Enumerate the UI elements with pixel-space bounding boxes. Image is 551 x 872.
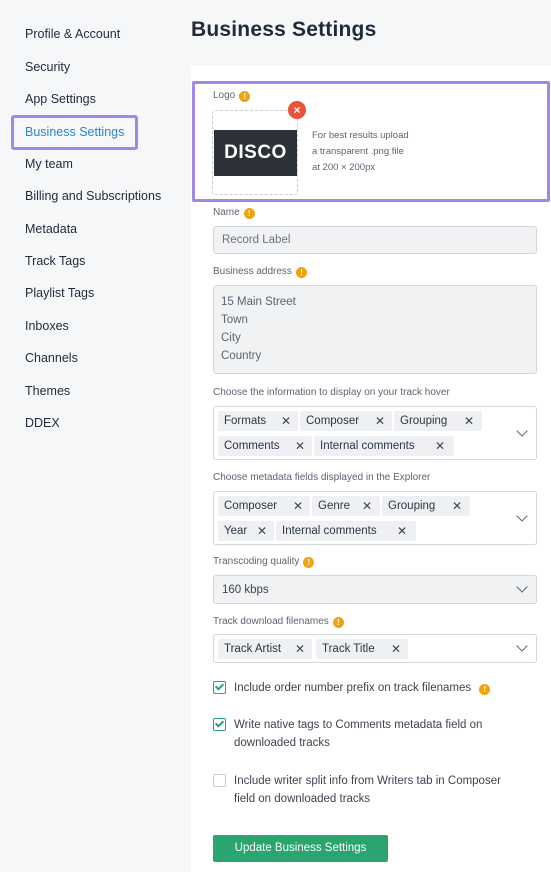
check-icon (214, 681, 225, 691)
transcoding-value: 160 kbps (222, 584, 269, 596)
update-business-settings-button[interactable]: Update Business Settings (213, 835, 388, 862)
order-prefix-checkbox[interactable] (213, 681, 226, 694)
address-line-4: Country (221, 350, 262, 362)
transcoding-quality-select[interactable]: 160 kbps (213, 575, 537, 604)
tag-comments: Comments ✕ (218, 436, 312, 456)
sidebar-item-profile-account[interactable]: Profile & Account (25, 27, 120, 41)
writer-split-label-line-1: Include writer split info from Writers t… (234, 775, 501, 787)
tag-track-artist: Track Artist ✕ (218, 639, 312, 659)
name-field[interactable]: Record Label (213, 226, 537, 254)
chevron-down-icon[interactable] (516, 581, 528, 593)
info-icon: ! (332, 617, 344, 628)
sidebar-item-billing[interactable]: Billing and Subscriptions (25, 189, 161, 203)
sidebar-item-ddex[interactable]: DDEX (25, 416, 60, 430)
tag-remove-icon[interactable]: ✕ (435, 436, 445, 456)
info-icon: ! (303, 557, 315, 568)
tag-composer: Composer ✕ (300, 411, 392, 431)
tag-remove-icon[interactable]: ✕ (295, 639, 305, 659)
tag-formats: Formats ✕ (218, 411, 298, 431)
order-prefix-label: Include order number prefix on track fil… (234, 679, 491, 697)
tag-remove-icon[interactable]: ✕ (257, 521, 267, 541)
tag-track-title: Track Title ✕ (316, 639, 408, 659)
explorer-fields-select[interactable]: Composer ✕ Genre ✕ Grouping ✕ Year ✕ Interna… (213, 491, 537, 545)
track-hover-select[interactable]: Formats ✕ Composer ✕ Grouping ✕ Comments ✕ I… (213, 406, 537, 460)
explorer-fields-label: Choose metadata fields displayed in the … (213, 472, 431, 483)
tag-remove-icon[interactable]: ✕ (397, 521, 407, 541)
info-icon: ! (243, 208, 255, 219)
sidebar-item-track-tags[interactable]: Track Tags (25, 254, 85, 268)
native-tags-label-line-1: Write native tags to Comments metadata f… (234, 719, 483, 731)
sidebar-item-my-team[interactable]: My team (25, 157, 73, 171)
tag-remove-icon[interactable]: ✕ (375, 411, 385, 431)
tag-remove-icon[interactable]: ✕ (295, 436, 305, 456)
address-field[interactable]: 15 Main Street Town City Country (213, 285, 537, 374)
sidebar-item-channels[interactable]: Channels (25, 351, 78, 365)
transcoding-label: Transcoding quality! (213, 556, 315, 568)
address-line-1: 15 Main Street (221, 296, 296, 308)
chevron-down-icon[interactable] (516, 510, 528, 522)
info-icon: ! (479, 684, 491, 695)
chevron-down-icon[interactable] (516, 425, 528, 437)
track-hover-label: Choose the information to display on you… (213, 387, 450, 398)
name-label: Name! (213, 207, 255, 219)
tag-composer: Composer ✕ (218, 496, 310, 516)
sidebar-item-themes[interactable]: Themes (25, 384, 70, 398)
tag-remove-icon[interactable]: ✕ (362, 496, 372, 516)
download-filenames-select[interactable]: Track Artist ✕ Track Title ✕ (213, 634, 537, 663)
tag-grouping: Grouping ✕ (382, 496, 470, 516)
native-tags-label-line-2: downloaded tracks (234, 737, 330, 749)
tag-internal-comments: Internal comments ✕ (276, 521, 416, 541)
address-line-3: City (221, 332, 241, 344)
sidebar-item-inboxes[interactable]: Inboxes (25, 319, 69, 333)
writer-split-checkbox[interactable] (213, 774, 226, 787)
sidebar-item-app-settings[interactable]: App Settings (25, 92, 96, 106)
tag-remove-icon[interactable]: ✕ (391, 639, 401, 659)
sidebar-item-business-settings[interactable]: Business Settings (25, 125, 124, 139)
settings-sidebar: Profile & Account Security App Settings … (0, 0, 190, 872)
info-icon: ! (295, 267, 307, 278)
address-label: Business address! (213, 266, 307, 278)
name-value: Record Label (222, 234, 291, 246)
tag-remove-icon[interactable]: ✕ (293, 496, 303, 516)
writer-split-label-line-2: field on downloaded tracks (234, 793, 371, 805)
sidebar-item-security[interactable]: Security (25, 60, 70, 74)
tag-genre: Genre ✕ (312, 496, 380, 516)
logo-section-highlight (192, 81, 550, 202)
tag-internal-comments: Internal comments ✕ (314, 436, 454, 456)
chevron-down-icon[interactable] (516, 640, 528, 652)
native-tags-checkbox[interactable] (213, 718, 226, 731)
tag-remove-icon[interactable]: ✕ (452, 496, 462, 516)
page-title: Business Settings (191, 18, 377, 41)
tag-year: Year ✕ (218, 521, 274, 541)
download-filenames-label: Track download filenames! (213, 616, 344, 628)
sidebar-item-playlist-tags[interactable]: Playlist Tags (25, 286, 94, 300)
tag-grouping: Grouping ✕ (394, 411, 482, 431)
tag-remove-icon[interactable]: ✕ (464, 411, 474, 431)
tag-remove-icon[interactable]: ✕ (281, 411, 291, 431)
address-line-2: Town (221, 314, 248, 326)
sidebar-item-metadata[interactable]: Metadata (25, 222, 77, 236)
check-icon (214, 718, 225, 728)
